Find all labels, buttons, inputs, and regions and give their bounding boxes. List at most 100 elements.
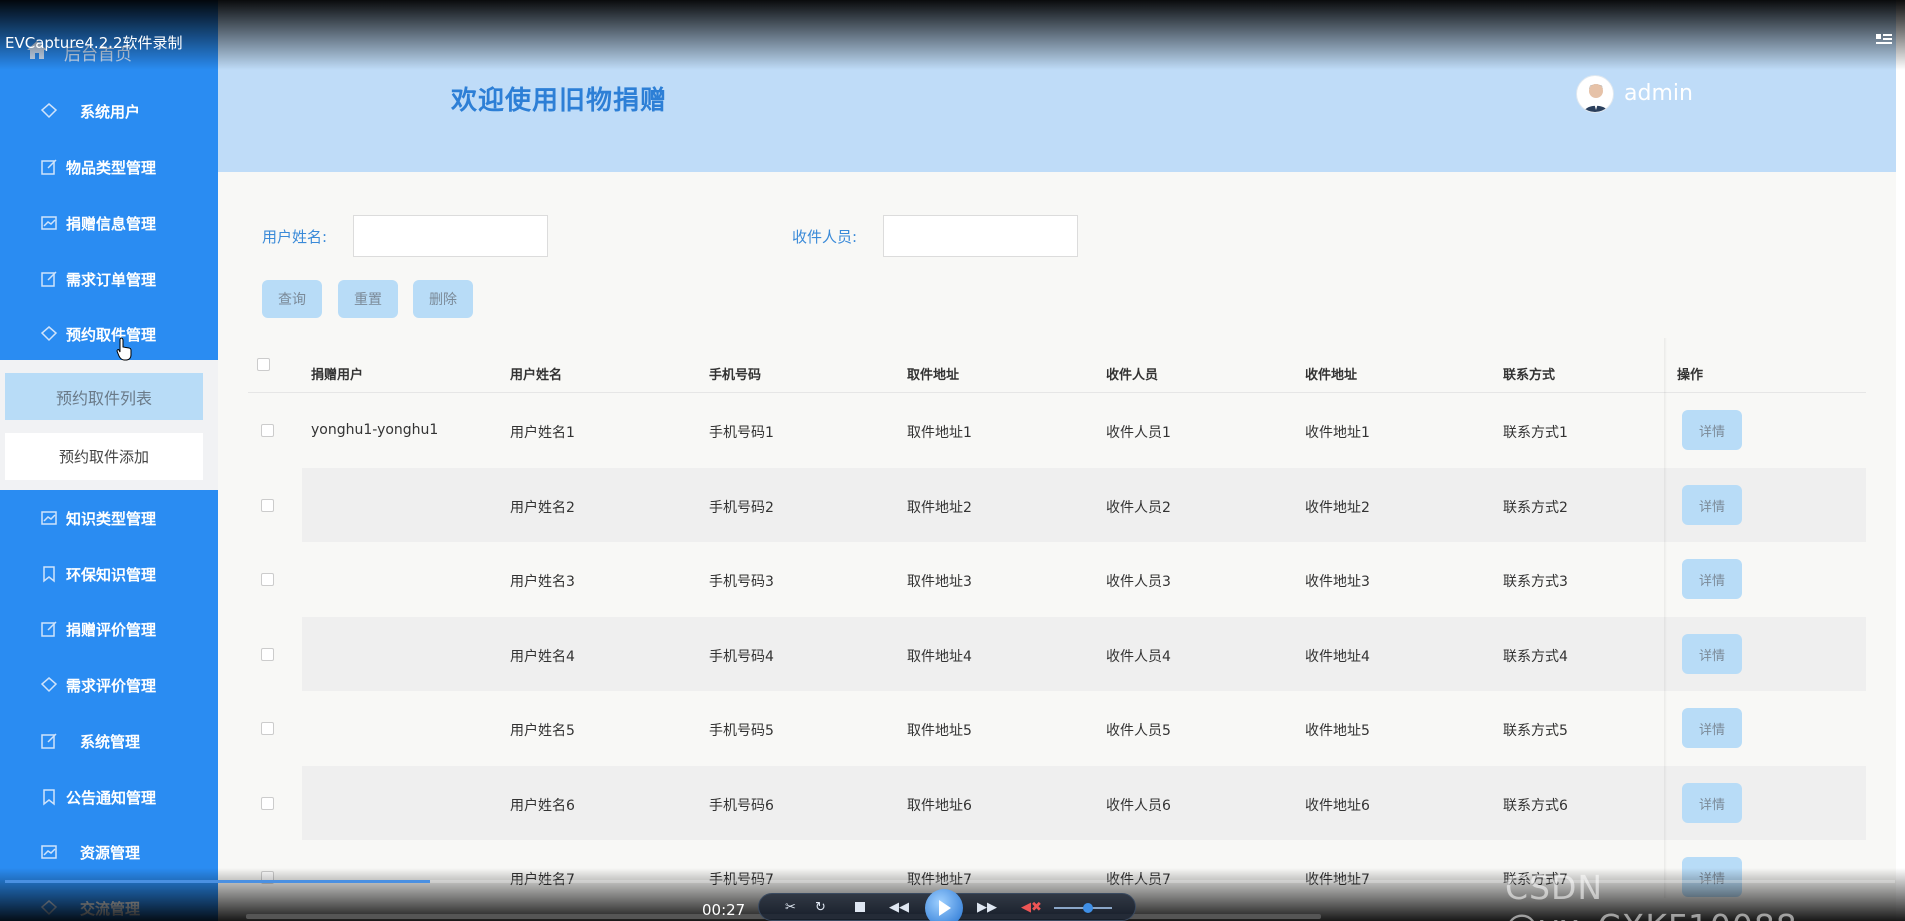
cell-contact: 联系方式4 [1503,649,1568,665]
sidebar-item-label: 系统用户 [80,102,141,121]
column-header: 捐赠用户 [311,368,364,383]
fast-forward-icon[interactable]: ▶▶ [977,900,997,915]
cell-receiver: 收件人员2 [1106,500,1171,516]
cell-phone: 手机号码4 [709,649,774,665]
rewind-icon[interactable]: ◀◀ [889,900,909,915]
table-header [248,340,1866,393]
diamond-icon [40,899,58,917]
cell-name: 用户姓名1 [510,425,575,441]
cell-receiver-address: 收件地址2 [1305,500,1370,516]
detail-button[interactable]: 详情 [1682,783,1742,823]
chart-icon [40,843,58,861]
cell-name: 用户姓名2 [510,500,575,516]
cell-receiver-address: 收件地址1 [1305,425,1370,441]
cell-phone: 手机号码1 [709,425,774,441]
sidebar-item-label: 预约取件管理 [66,325,157,344]
cell-receiver: 收件人员6 [1106,798,1171,814]
sidebar-item-system-users[interactable]: 系统用户 [0,83,218,139]
table-row [248,766,1866,840]
detail-button[interactable]: 详情 [1682,559,1742,599]
sidebar-item-label: 需求订单管理 [66,270,157,289]
cell-pickup-address: 取件地址5 [907,723,972,739]
row-checkbox[interactable] [261,424,274,437]
recorder-title: EVCapture4.2.2软件录制 [5,34,183,52]
cell-pickup-address: 取件地址3 [907,574,972,590]
edit-icon [40,620,58,638]
query-button[interactable]: 查询 [262,280,322,318]
cell-receiver: 收件人员3 [1106,574,1171,590]
cell-pickup-address: 取件地址6 [907,798,972,814]
sidebar-item-label: 交流管理 [80,899,141,918]
cell-pickup-address: 取件地址4 [907,649,972,665]
select-all-checkbox[interactable] [257,358,270,371]
play-icon[interactable] [925,889,963,921]
username[interactable]: admin [1624,81,1693,106]
watermark: CSDN @vx_CXKF10088 [1505,868,1797,921]
stop-icon[interactable] [855,902,865,912]
detail-button[interactable]: 详情 [1682,708,1742,748]
detail-button[interactable]: 详情 [1682,485,1742,525]
cell-receiver: 收件人员4 [1106,649,1171,665]
mute-icon[interactable]: ◀✖ [1021,900,1042,915]
recorder-progress-fill [5,880,430,883]
row-checkbox[interactable] [261,797,274,810]
detail-button[interactable]: 详情 [1682,410,1742,450]
cell-name: 用户姓名7 [510,872,575,888]
sidebar-item-donation-info[interactable]: 捐赠信息管理 [0,195,218,251]
sidebar-item-pickup-appointments[interactable]: 预约取件管理 [0,306,218,362]
cell-receiver-address: 收件地址6 [1305,798,1370,814]
bookmark-icon [40,565,58,583]
sidebar-item-label: 物品类型管理 [66,158,157,177]
edit-icon [40,158,58,176]
diamond-icon [40,102,58,120]
sidebar-item-donation-reviews[interactable]: 捐赠评价管理 [0,601,218,657]
fixed-column-shadow [1664,338,1667,898]
sidebar-item-item-types[interactable]: 物品类型管理 [0,139,218,195]
submenu-item-pickup-add[interactable]: 预约取件添加 [5,433,203,480]
row-checkbox[interactable] [261,573,274,586]
top-header: 欢迎使用旧物捐赠 admin [218,0,1898,172]
speed-icon[interactable]: ✂ [785,900,796,915]
sidebar-item-resources[interactable]: 资源管理 [0,824,218,880]
sidebar-item-label: 环保知识管理 [66,565,157,584]
row-checkbox[interactable] [261,722,274,735]
diamond-icon [40,676,58,694]
user-name-input[interactable] [353,215,548,257]
sidebar-item-knowledge-types[interactable]: 知识类型管理 [0,490,218,546]
cell-receiver-address: 收件地址7 [1305,872,1370,888]
cell-pickup-address: 取件地址7 [907,872,972,888]
sidebar-item-label: 资源管理 [80,843,141,862]
sidebar-item-demand-reviews[interactable]: 需求评价管理 [0,657,218,713]
diamond-icon [40,325,58,343]
loop-icon[interactable]: ↻ [815,900,826,915]
cell-name: 用户姓名3 [510,574,575,590]
avatar[interactable] [1576,75,1614,113]
volume-knob[interactable] [1083,903,1093,913]
sidebar-item-exchange[interactable]: 交流管理 [0,880,218,921]
sidebar-item-demand-orders[interactable]: 需求订单管理 [0,251,218,307]
cell-pickup-address: 取件地址1 [907,425,972,441]
receiver-input[interactable] [883,215,1078,257]
table-row [248,543,1866,617]
row-checkbox[interactable] [261,648,274,661]
row-checkbox[interactable] [261,499,274,512]
delete-button[interactable]: 删除 [413,280,473,318]
cell-contact: 联系方式6 [1503,798,1568,814]
cell-contact: 联系方式1 [1503,425,1568,441]
chart-icon [40,214,58,232]
sidebar-item-label: 捐赠评价管理 [66,620,157,639]
cell-receiver: 收件人员5 [1106,723,1171,739]
table-row [248,468,1866,542]
submenu-item-pickup-list[interactable]: 预约取件列表 [5,373,203,420]
cell-contact: 联系方式2 [1503,500,1568,516]
sidebar-item-announcements[interactable]: 公告通知管理 [0,769,218,825]
column-header: 操作 [1677,368,1704,383]
detail-button[interactable]: 详情 [1682,634,1742,674]
reset-button[interactable]: 重置 [338,280,398,318]
sidebar-item-system-management[interactable]: 系统管理 [0,713,218,769]
cell-phone: 手机号码6 [709,798,774,814]
mouse-cursor-icon [116,337,132,365]
cell-contact: 联系方式3 [1503,574,1568,590]
fullscreen-icon[interactable] [1875,32,1893,51]
sidebar-item-eco-knowledge[interactable]: 环保知识管理 [0,546,218,602]
